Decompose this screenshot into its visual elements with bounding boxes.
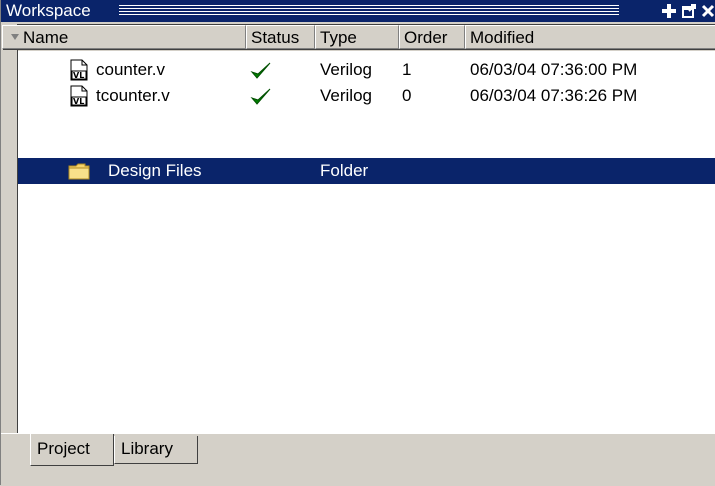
project-file-list[interactable]: Name Status Type Order Modified VL count… <box>2 24 715 434</box>
file-type: Verilog <box>320 86 372 105</box>
table-row[interactable]: VL tcounter.v Verilog 0 06/03/04 07:36:2… <box>18 83 715 109</box>
tab-project[interactable]: Project <box>30 434 114 466</box>
verilog-file-icon: VL <box>68 85 90 107</box>
close-icon[interactable] <box>701 3 715 19</box>
column-header-order-label: Order <box>404 28 448 47</box>
column-header-name-label: Name <box>23 28 69 47</box>
folder-name: Design Files <box>108 161 202 180</box>
file-name: counter.v <box>96 60 165 79</box>
column-header-order[interactable]: Order <box>399 25 465 49</box>
column-header-modified[interactable]: Modified <box>465 25 715 49</box>
svg-text:VL: VL <box>73 97 84 106</box>
tab-library-label: Library <box>121 439 173 458</box>
file-order: 0 <box>402 86 412 105</box>
file-modified: 06/03/04 07:36:26 PM <box>470 86 638 105</box>
compiled-checkmark-icon <box>250 86 272 108</box>
table-row[interactable]: VL counter.v Verilog 1 06/03/04 07:36:00… <box>18 57 715 83</box>
column-header-type-label: Type <box>320 28 357 47</box>
file-name: tcounter.v <box>96 86 170 105</box>
folder-type: Folder <box>320 161 369 180</box>
file-modified: 06/03/04 07:36:00 PM <box>470 60 638 79</box>
verilog-file-icon: VL <box>68 59 90 81</box>
tab-project-label: Project <box>37 439 90 458</box>
sort-arrow-icon[interactable] <box>11 33 19 40</box>
column-header-type[interactable]: Type <box>315 25 399 49</box>
window-title: Workspace <box>6 1 91 20</box>
title-bar[interactable]: Workspace <box>1 0 715 22</box>
column-header-status[interactable]: Status <box>246 25 315 49</box>
svg-text:VL: VL <box>73 71 84 80</box>
column-header: Name Status Type Order Modified <box>2 25 715 51</box>
undock-icon[interactable] <box>681 3 697 19</box>
folder-icon <box>68 162 90 180</box>
file-order: 1 <box>402 60 412 79</box>
column-header-status-label: Status <box>251 28 300 47</box>
column-header-modified-label: Modified <box>470 28 535 47</box>
file-type: Verilog <box>320 60 372 79</box>
tab-library[interactable]: Library <box>114 436 198 464</box>
column-header-name[interactable]: Name <box>2 25 246 49</box>
compiled-checkmark-icon <box>250 60 272 82</box>
left-margin <box>1 24 17 433</box>
table-row[interactable]: Design Files Folder <box>18 158 715 184</box>
title-bar-grip[interactable] <box>119 5 619 17</box>
dock-icon[interactable] <box>661 3 677 19</box>
